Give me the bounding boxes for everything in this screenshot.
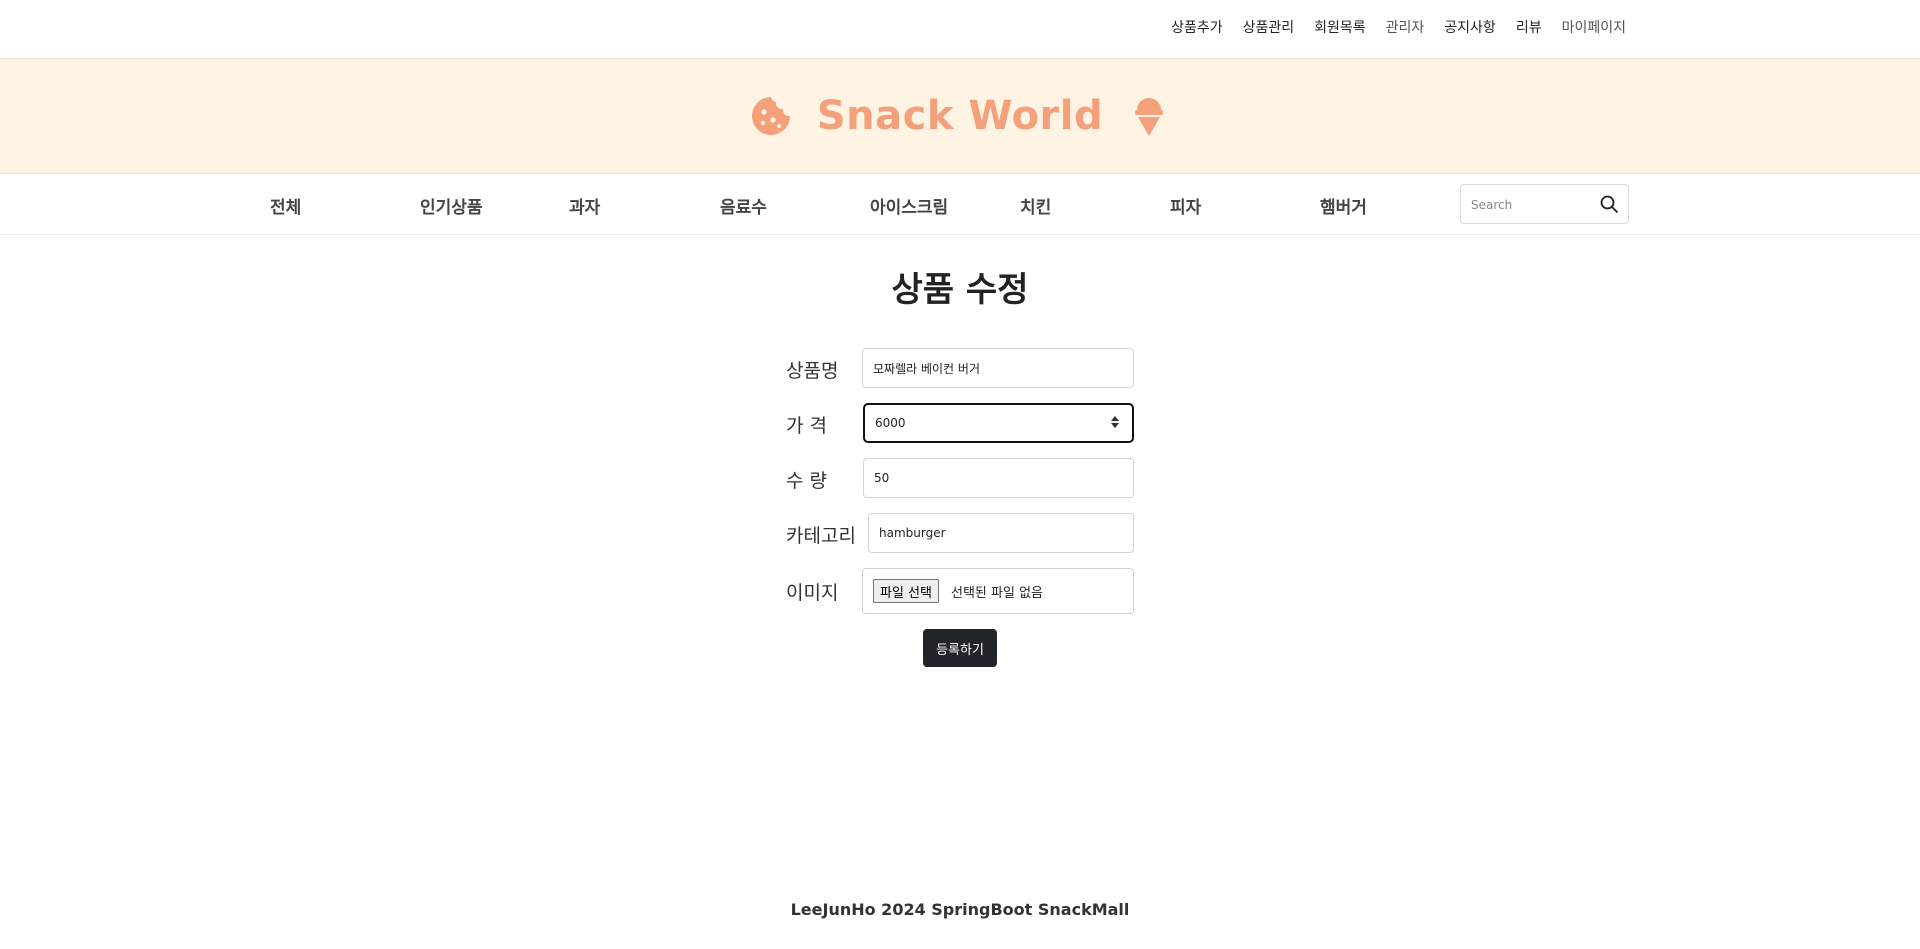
brand-banner: Snack World: [0, 58, 1920, 174]
top-navigation: 상품추가 상품관리 회원목록 관리자 공지사항 리뷰 마이페이지: [0, 0, 1920, 58]
nav-link-notice[interactable]: 공지사항: [1444, 17, 1496, 37]
search-input[interactable]: [1469, 193, 1589, 217]
number-spinner-icon[interactable]: [1110, 414, 1120, 430]
search-icon: [1600, 195, 1618, 213]
top-nav-links: 상품추가 상품관리 회원목록 관리자 공지사항 리뷰 마이페이지: [1171, 17, 1626, 37]
file-status-text: 선택된 파일 없음: [951, 586, 1043, 601]
nav-link-mypage[interactable]: 마이페이지: [1562, 17, 1626, 37]
choose-file-button[interactable]: 파일 선택: [873, 579, 939, 603]
cookie-icon: [751, 97, 790, 135]
page-title: 상품 수정: [891, 270, 1029, 310]
price-label: 가 격: [786, 415, 827, 437]
category-snacks[interactable]: 과자: [569, 193, 600, 218]
nav-link-manage-products[interactable]: 상품관리: [1243, 17, 1295, 37]
product-name-input[interactable]: [862, 348, 1134, 388]
image-label: 이미지: [786, 582, 839, 604]
category-all[interactable]: 전체: [270, 193, 301, 218]
nav-link-review[interactable]: 리뷰: [1516, 17, 1542, 37]
footer-text: LeeJunHo 2024 SpringBoot SnackMall: [790, 900, 1130, 919]
category-input[interactable]: [868, 513, 1134, 553]
category-beverages[interactable]: 음료수: [720, 193, 767, 218]
price-input[interactable]: [863, 403, 1134, 443]
search-box: [1460, 184, 1629, 224]
category-hamburger[interactable]: 햄버거: [1320, 193, 1367, 218]
quantity-label: 수 량: [786, 470, 827, 492]
category-label: 카테고리: [786, 525, 856, 547]
category-popular[interactable]: 인기상품: [420, 193, 483, 218]
category-pizza[interactable]: 피자: [1170, 193, 1201, 218]
nav-link-member-list[interactable]: 회원목록: [1314, 17, 1366, 37]
category-ice-cream[interactable]: 아이스크림: [870, 193, 948, 218]
nav-link-add-product[interactable]: 상품추가: [1171, 17, 1223, 37]
category-navigation: 전체 인기상품 과자 음료수 아이스크림 치킨 피자 햄버거: [0, 174, 1920, 235]
nav-link-admin[interactable]: 관리자: [1386, 17, 1425, 37]
quantity-input[interactable]: [863, 458, 1134, 498]
brand-title[interactable]: Snack World: [811, 93, 1109, 139]
image-file-input: 파일 선택 선택된 파일 없음: [862, 568, 1134, 614]
product-name-label: 상품명: [786, 360, 839, 382]
submit-button[interactable]: 등록하기: [923, 629, 997, 667]
category-chicken[interactable]: 치킨: [1020, 193, 1051, 218]
ice-cream-icon: [1135, 98, 1164, 136]
search-button[interactable]: [1596, 193, 1622, 217]
